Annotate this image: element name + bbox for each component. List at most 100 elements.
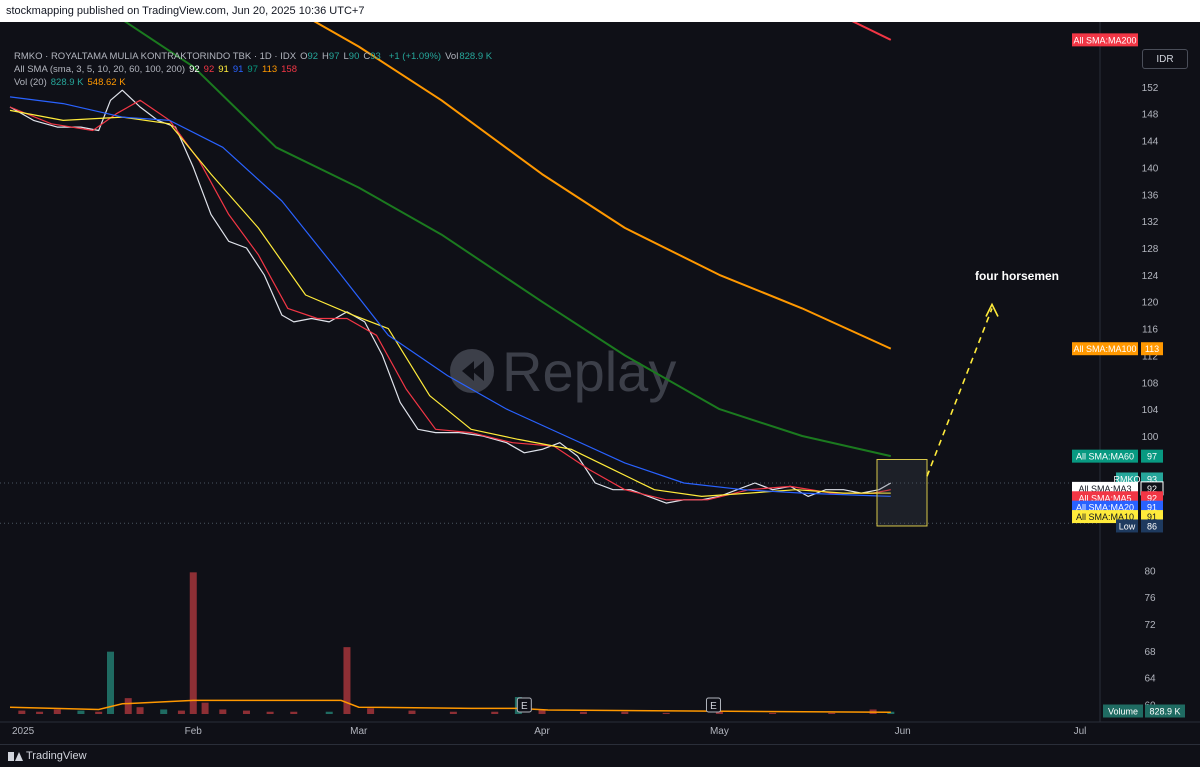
legend-sma-value: 92	[189, 64, 200, 75]
series-layer	[9, 22, 892, 504]
volume-bar	[18, 710, 26, 714]
legend-sma-value: 158	[281, 64, 297, 75]
volume-bar	[124, 698, 132, 714]
annotation-label: four horsemen	[975, 269, 1059, 283]
volume-bar	[136, 707, 144, 714]
time-tick-label: Feb	[185, 726, 203, 737]
legend-sma-value: 113	[261, 64, 278, 75]
price-label-name: All SMA:MA60	[1076, 452, 1134, 462]
volume-bar	[408, 710, 416, 714]
price-tick-label: 72	[1144, 620, 1156, 631]
tradingview-logo[interactable]: TradingView	[8, 750, 87, 762]
publisher-bar: stockmapping published on TradingView.co…	[0, 0, 1200, 22]
legend-sma-label: All SMA (sma, 3, 5, 10, 20, 60, 100, 200…	[14, 64, 186, 75]
price-label-name: All SMA:MA100	[1073, 344, 1136, 354]
legend-ohlc-value: 92	[307, 51, 319, 62]
time-tick-label: Jun	[895, 726, 911, 737]
legend-change: +1 (+1.09%)	[388, 51, 442, 62]
legend-symbol: RMKO · ROYALTAMA MULIA KONTRAKTORINDO TB…	[14, 51, 297, 62]
volume-bar	[106, 651, 114, 714]
legend-ohlc-value: 93	[370, 51, 381, 62]
legend-ohlc-value: 90	[348, 51, 360, 62]
legend-ohlc-label: H	[322, 51, 329, 62]
legend-ohlc-label: L	[343, 51, 349, 62]
grid-layer	[0, 482, 1100, 524]
volume-bar	[189, 572, 197, 714]
volume-bar	[266, 711, 274, 714]
series-line-ma200	[851, 22, 892, 41]
price-label-ma200: All SMA:MA200	[1072, 33, 1138, 47]
legend-vol20-values: 828.9 K 548.62 K	[51, 76, 130, 89]
legend-sma-values: 92 92 91 91 97 113 158	[189, 63, 301, 76]
price-label-value: 86	[1147, 521, 1157, 531]
volume-bar	[201, 702, 209, 714]
tradingview-brand: TradingView	[26, 750, 87, 762]
chart-svg[interactable]: Replay EEfour horsemen 15615214814414013…	[0, 22, 1200, 744]
price-tick-label: 140	[1142, 163, 1159, 174]
volume-bar	[769, 712, 777, 714]
price-tick-label: 116	[1142, 325, 1158, 336]
legend-ohlc: O92 H97 L90 C93	[300, 50, 385, 63]
legend-vol-label: Vol	[445, 51, 459, 62]
legend-vol-value: 828.9 K	[459, 51, 493, 62]
time-tick-label: May	[710, 726, 729, 737]
publisher-text: stockmapping published on TradingView.co…	[6, 5, 365, 17]
price-tick-label: 136	[1142, 190, 1159, 201]
price-tick-label: 128	[1142, 244, 1159, 255]
volume-bar	[177, 710, 185, 714]
volume-bar	[95, 711, 103, 714]
time-tick-label: 2025	[12, 726, 35, 737]
price-tick-label: 80	[1144, 566, 1156, 577]
legend-sma-row: All SMA (sma, 3, 5, 10, 20, 60, 100, 200…	[14, 63, 492, 76]
earnings-event-label: E	[521, 701, 528, 712]
price-tick-label: 124	[1142, 271, 1159, 282]
volume-bar	[662, 712, 670, 714]
legend-sma-value: 97	[247, 64, 258, 75]
legend-vol20-label: Vol (20)	[14, 77, 47, 88]
volume-bar	[491, 711, 499, 714]
price-label-name: All SMA:MA200	[1073, 35, 1136, 45]
volume-bar	[579, 711, 587, 714]
price-tick-label: 144	[1142, 137, 1159, 148]
price-label-value: 97	[1147, 452, 1157, 462]
price-tick-label: 68	[1144, 647, 1156, 658]
price-tick-label: 152	[1142, 83, 1159, 94]
legend-ohlc-value: 97	[328, 51, 340, 62]
series-line-rmko	[9, 89, 892, 504]
volume-bar	[367, 708, 375, 714]
currency-button-label: IDR	[1156, 53, 1174, 65]
volume-bar	[621, 711, 629, 714]
price-tick-label: 148	[1142, 110, 1159, 121]
time-tick-label: Mar	[350, 726, 368, 737]
chart-area[interactable]: Replay EEfour horsemen 15615214814414013…	[0, 22, 1200, 744]
time-axis: 2025 Feb Mar Apr May Jun Jul	[0, 721, 1200, 737]
watermark-text: Replay	[502, 340, 676, 403]
legend-sma-value: 91	[218, 64, 229, 75]
price-label-name: Low	[1119, 521, 1136, 531]
price-label-ma100: All SMA:MA100 113	[1072, 342, 1163, 356]
price-tick-label: 64	[1144, 674, 1156, 685]
legend-vol20-value: 828.9 K	[50, 77, 84, 88]
volume-bar	[53, 709, 61, 714]
price-label-value: 113	[1145, 344, 1159, 354]
volume-bar	[325, 711, 333, 714]
volume-bar	[242, 710, 250, 714]
volume-pane	[9, 572, 895, 714]
price-tick-label: 76	[1144, 593, 1156, 604]
price-tick-label: 132	[1142, 217, 1159, 228]
price-label-low: Low 86	[1116, 519, 1163, 533]
price-tick-label: 104	[1142, 405, 1159, 416]
price-tick-label: 108	[1142, 378, 1159, 389]
price-tick-label: 100	[1142, 432, 1159, 443]
currency-button[interactable]: IDR	[1142, 49, 1188, 69]
volume-bar	[828, 712, 836, 714]
volume-bar	[160, 709, 168, 714]
legend: RMKO · ROYALTAMA MULIA KONTRAKTORINDO TB…	[14, 50, 492, 89]
price-label-ma60: All SMA:MA60 97	[1072, 449, 1163, 463]
time-tick-label: Apr	[534, 726, 550, 737]
price-axis: 1561521481441401361321281241201161121081…	[1072, 22, 1185, 722]
volume-bar	[36, 711, 44, 714]
watermark: Replay	[450, 340, 676, 403]
legend-vol20-row: Vol (20) 828.9 K 548.62 K	[14, 76, 492, 89]
earnings-event-label: E	[710, 701, 717, 712]
